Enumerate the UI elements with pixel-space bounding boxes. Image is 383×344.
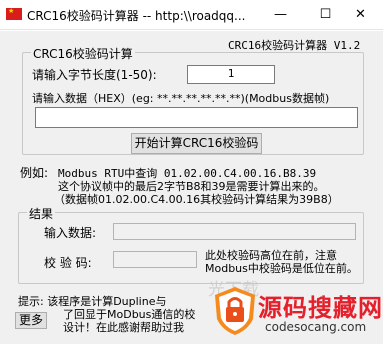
hex-data-input[interactable]: [35, 107, 358, 128]
crc-note-line-2: Modbus中校验码是低位在前。: [205, 262, 358, 275]
result-input-field: [113, 223, 356, 240]
star-glyph: ★: [8, 7, 15, 15]
result-legend: 结果: [27, 205, 56, 222]
example-line-3: （数据帧01.02.00.C4.00.16其校验码计算结果为39B8）: [54, 193, 339, 206]
minimize-button[interactable]: —: [258, 0, 303, 30]
example-prefix: 例如:: [20, 166, 49, 180]
lock-shield-watermark-icon: [215, 287, 255, 335]
watermark-site-name: 源码搜藏网: [258, 294, 383, 322]
watermark-url: codesocang.com: [265, 320, 367, 334]
byte-length-input[interactable]: 1: [187, 65, 275, 84]
more-button[interactable]: 更多: [15, 312, 47, 329]
window-title: CRC16校验码计算器 -- http:\\roadqq...: [27, 9, 246, 23]
crc-calc-legend: CRC16校验码计算: [31, 45, 135, 62]
title-bar: ★ CRC16校验码计算器 -- http:\\roadqq... — ☐ ✕: [0, 0, 383, 30]
client-area: CRC16校验码计算器 V1.2 CRC16校验码计算 请输入字节长度(1-50…: [0, 31, 383, 344]
compute-crc-button[interactable]: 开始计算CRC16校验码: [131, 133, 262, 154]
crc-result-field: [113, 251, 197, 268]
byte-length-label: 请输入字节长度(1-50):: [32, 68, 157, 82]
crc-result-label: 校 验 码:: [44, 256, 92, 270]
app-heading: CRC16校验码计算器 V1.2: [228, 39, 361, 52]
tip-line-3: 设计！在此感谢帮助过我: [63, 321, 184, 334]
result-group: 结果 输入数据: 校 验 码: 此处校验码高位在前，注意 Modbus中校验码是…: [18, 205, 364, 284]
app-flag-icon: ★: [6, 8, 22, 20]
hex-data-label: 请输入数据（HEX）(eg: **.**.**.**.**.**)(Modbus…: [32, 92, 330, 105]
close-button[interactable]: ✕: [338, 0, 383, 30]
result-input-label: 输入数据:: [44, 226, 97, 240]
crc-calc-group: CRC16校验码计算 请输入字节长度(1-50): 1 请输入数据（HEX）(e…: [22, 45, 364, 155]
